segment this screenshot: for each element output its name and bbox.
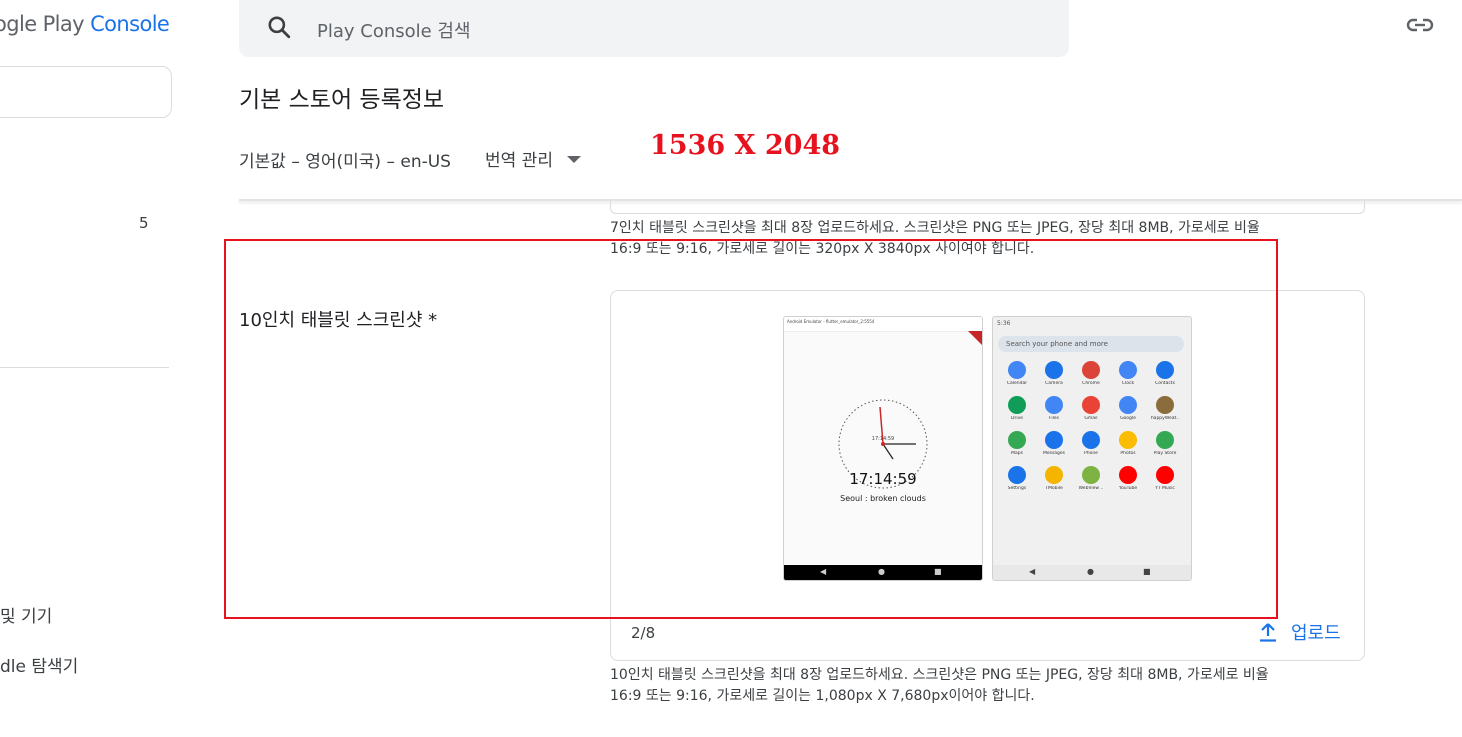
sidebar-item-devices[interactable]: 및 기기	[0, 602, 52, 627]
brand-prefix: ogle Play	[0, 12, 91, 36]
dimension-annotation: 1536 X 2048	[650, 130, 841, 161]
seven-inch-help-line1: 7인치 태블릿 스크린샷을 최대 8장 업로드하세요. 스크린샷은 PNG 또는…	[610, 220, 1260, 236]
default-locale: 기본값 – 영어(미국) – en-US	[239, 152, 451, 172]
manage-translations-button[interactable]: 번역 관리	[485, 146, 553, 171]
chevron-down-icon[interactable]	[567, 156, 581, 163]
app-selector[interactable]	[0, 66, 172, 118]
brand-console: Console	[90, 12, 170, 36]
sidebar-count-badge: 5	[139, 214, 149, 232]
upload-icon[interactable]	[1258, 621, 1278, 643]
sidebar-divider	[0, 367, 169, 368]
search-icon[interactable]	[266, 14, 292, 40]
ten-inch-help-text: 10인치 태블릿 스크린샷을 최대 8장 업로드하세요. 스크린샷은 PNG 또…	[610, 665, 1370, 707]
screenshot-counter: 2/8	[631, 624, 656, 642]
seven-inch-card-bottom	[610, 199, 1365, 214]
sidebar-item-bundle-explorer[interactable]: dle 탐색기	[0, 652, 78, 677]
upload-button[interactable]: 업로드	[1291, 619, 1341, 645]
brand-logo[interactable]: ogle Play Console	[0, 12, 170, 36]
search-input[interactable]: Play Console 검색	[317, 17, 471, 43]
link-icon[interactable]	[1405, 13, 1435, 37]
ten-inch-help-line2: 16:9 또는 9:16, 가로세로 길이는 1,080px X 7,680px…	[610, 688, 1035, 704]
ten-inch-help-line1: 10인치 태블릿 스크린샷을 최대 8장 업로드하세요. 스크린샷은 PNG 또…	[610, 667, 1269, 683]
annotation-highlight-box	[224, 239, 1278, 619]
page-title: 기본 스토어 등록정보	[239, 87, 445, 113]
